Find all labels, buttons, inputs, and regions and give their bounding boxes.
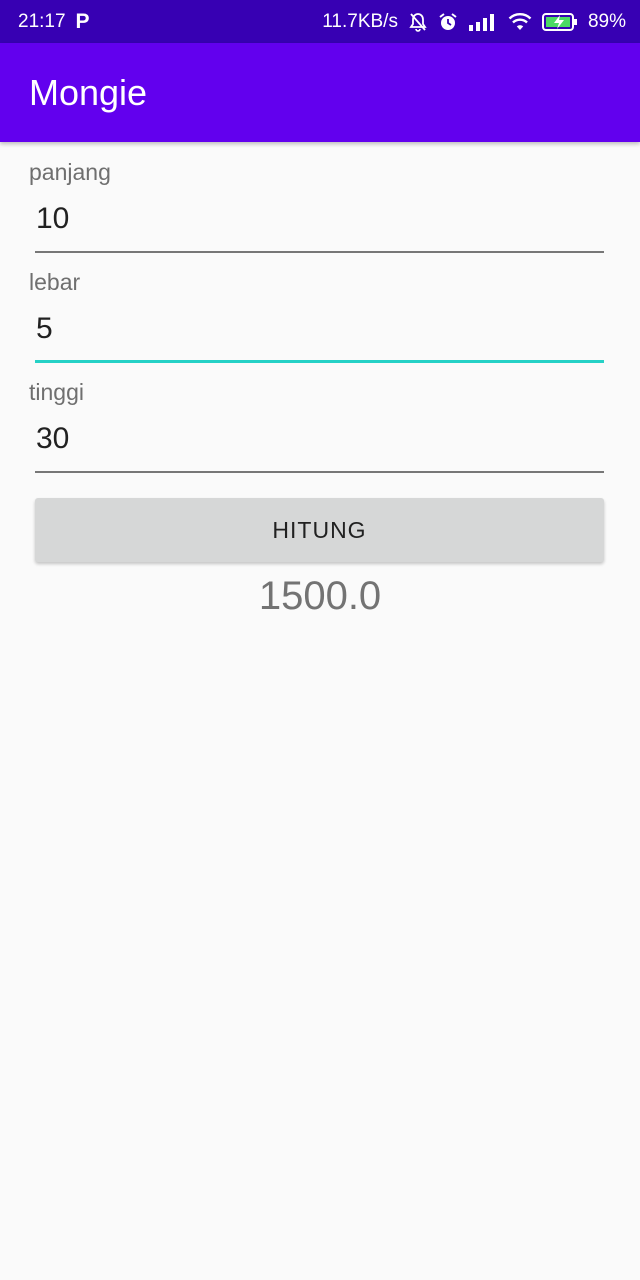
signal-icon [468,13,494,31]
tinggi-label: tinggi [29,379,84,405]
hitung-button[interactable]: HITUNG [35,498,604,562]
panjang-field-container [35,193,604,253]
tinggi-input[interactable] [35,413,604,473]
silent-bell-icon [409,12,427,32]
lebar-input[interactable] [35,303,604,363]
lebar-label: lebar [29,269,81,295]
result-text: 1500.0 [258,574,382,618]
app-bar: Mongie [0,43,640,142]
tinggi-field-container [35,413,604,473]
lebar-field-container [35,303,604,363]
battery-percent: 89% [587,10,626,32]
status-time: 21:17 [18,10,66,32]
app-title: Mongie [29,71,148,113]
battery-charging-icon [541,12,577,31]
status-bar: 21:17 P 11.7KB/s 89% [0,0,640,43]
net-speed: 11.7KB/s [322,10,398,32]
panjang-label: panjang [29,159,111,185]
wifi-icon [508,12,532,30]
parking-app-icon: P [75,9,90,33]
alarm-icon [439,12,457,30]
panjang-input[interactable] [35,193,604,253]
